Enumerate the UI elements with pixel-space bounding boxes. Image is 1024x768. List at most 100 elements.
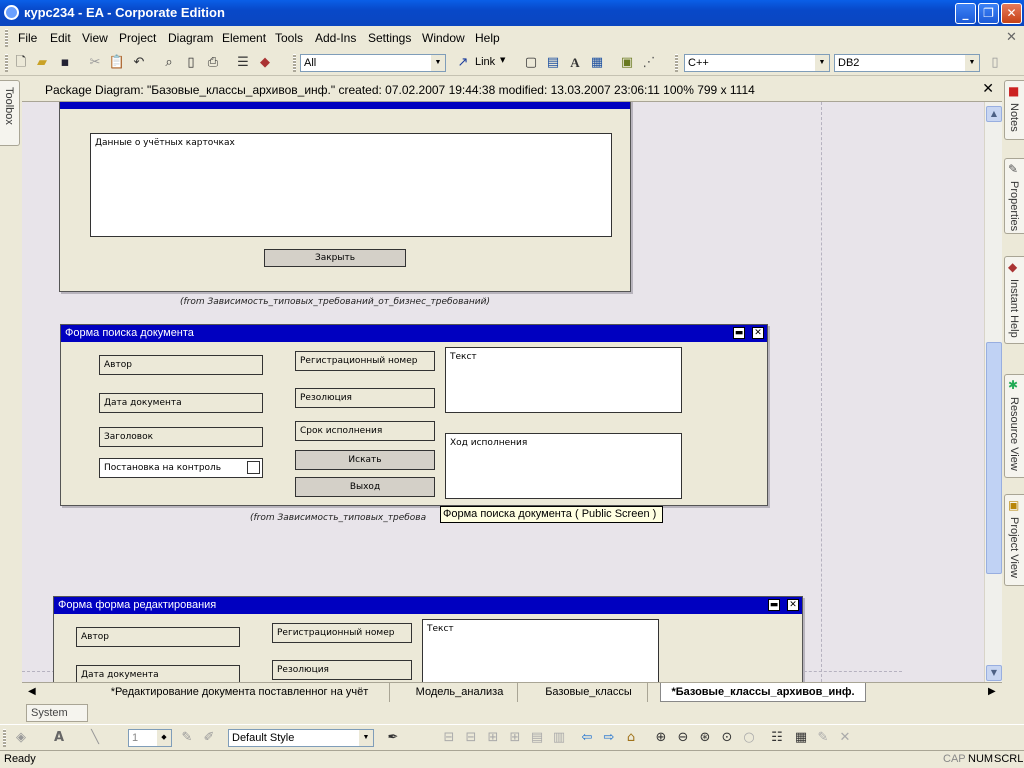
properties-tab[interactable]: ✎ Properties bbox=[1004, 158, 1024, 234]
scroll-thumb[interactable] bbox=[986, 342, 1002, 574]
chevron-down-icon[interactable]: ▼ bbox=[965, 55, 979, 71]
exit-button[interactable]: Выход bbox=[295, 477, 435, 497]
tab-base-classes[interactable]: Базовые_классы bbox=[530, 683, 648, 702]
toolbox-tab[interactable]: Toolbox bbox=[0, 80, 20, 146]
menu-addins[interactable]: Add-Ins bbox=[315, 31, 356, 45]
paste-icon[interactable]: 📋 bbox=[108, 54, 126, 72]
save-icon[interactable]: ▪ bbox=[56, 54, 74, 72]
note-icon[interactable]: ▤ bbox=[544, 54, 562, 72]
due-date-field[interactable]: Срок исполнения bbox=[295, 421, 435, 441]
grid-icon[interactable]: ▦ bbox=[792, 729, 810, 747]
menu-project[interactable]: Project bbox=[119, 31, 156, 45]
search-form-caption[interactable]: Форма поиска документа bbox=[61, 325, 767, 342]
diagram-canvas[interactable]: Данные о учётных карточках Закрыть (from… bbox=[22, 102, 984, 682]
instant-help-tab[interactable]: ◆ Instant Help bbox=[1004, 256, 1024, 344]
control-checkbox-field[interactable]: Постановка на контроль bbox=[99, 458, 263, 478]
tab-scroll-right-icon[interactable]: ▶ bbox=[988, 686, 996, 697]
menu-view[interactable]: View bbox=[82, 31, 108, 45]
heading-field[interactable]: Заголовок bbox=[99, 427, 263, 447]
connector-icon[interactable]: ⋰ bbox=[640, 54, 658, 72]
menu-edit[interactable]: Edit bbox=[50, 31, 71, 45]
delete-icon[interactable]: ✕ bbox=[836, 729, 854, 747]
author-field[interactable]: Автор bbox=[99, 355, 263, 375]
align-left-icon[interactable]: ⊟ bbox=[440, 729, 458, 747]
form-maximize-icon[interactable]: ▬ bbox=[768, 599, 780, 611]
same-size-icon[interactable]: ▤ bbox=[528, 729, 546, 747]
close-button[interactable]: ✕ bbox=[1001, 3, 1022, 24]
form-close-icon[interactable]: ✕ bbox=[787, 599, 799, 611]
spinner-icon[interactable]: ◆ bbox=[157, 730, 171, 746]
reg-number-field[interactable]: Регистрационный номер bbox=[295, 351, 435, 371]
zoom-select-icon[interactable]: ○ bbox=[740, 729, 758, 747]
card-form-window[interactable]: Данные о учётных карточках Закрыть bbox=[59, 102, 631, 292]
vertical-scrollbar[interactable]: ▲ ▼ bbox=[984, 102, 1002, 682]
toolbar-grip-3[interactable] bbox=[675, 54, 678, 72]
home-icon[interactable]: ⌂ bbox=[622, 729, 640, 747]
element-icon[interactable]: ▣ bbox=[618, 54, 636, 72]
style-combo[interactable]: Default Style ▼ bbox=[228, 729, 374, 747]
chevron-down-icon[interactable]: ▼ bbox=[431, 55, 445, 71]
menu-tools[interactable]: Tools bbox=[275, 31, 303, 45]
line-color-icon[interactable]: ╲ bbox=[86, 729, 104, 747]
search-button[interactable]: Искать bbox=[295, 450, 435, 470]
tab-edit-document[interactable]: *Редактирование документа поставленног н… bbox=[90, 683, 390, 702]
card-memo[interactable]: Данные о учётных карточках bbox=[90, 133, 612, 237]
chevron-down-icon[interactable]: ▼ bbox=[815, 55, 829, 71]
edit-reg-number-field[interactable]: Регистрационный номер bbox=[272, 623, 412, 643]
list-icon[interactable]: ☰ bbox=[234, 54, 252, 72]
new-icon[interactable]: 🗋 bbox=[12, 54, 30, 72]
menu-settings[interactable]: Settings bbox=[368, 31, 411, 45]
edit-resolution-field[interactable]: Резолюция bbox=[272, 660, 412, 680]
scroll-down-icon[interactable]: ▼ bbox=[986, 665, 1002, 681]
link-label[interactable]: Link bbox=[475, 56, 495, 68]
notes-tab[interactable]: ■ Notes bbox=[1004, 80, 1024, 140]
chevron-down-icon[interactable]: ▼ bbox=[359, 730, 373, 746]
format-painter-icon[interactable]: ✎ bbox=[178, 729, 196, 747]
tab-base-classes-archives[interactable]: *Базовые_классы_архивов_инф. bbox=[660, 683, 866, 702]
tab-scroll-left-icon[interactable]: ◀ bbox=[28, 686, 36, 697]
maximize-button[interactable]: ❐ bbox=[978, 3, 999, 24]
app-icon[interactable] bbox=[4, 5, 19, 20]
align-top-icon[interactable]: ⊞ bbox=[484, 729, 502, 747]
menu-diagram[interactable]: Diagram bbox=[168, 31, 213, 45]
generate-icon[interactable]: ▯ bbox=[986, 54, 1004, 72]
project-view-tab[interactable]: ▣ Project View bbox=[1004, 494, 1024, 586]
system-tab[interactable]: System bbox=[26, 704, 88, 722]
tool-icon[interactable]: ✎ bbox=[814, 729, 832, 747]
cut-icon[interactable]: ✂ bbox=[86, 54, 104, 72]
database-combo[interactable]: DB2 ▼ bbox=[834, 54, 980, 72]
edit-author-field[interactable]: Автор bbox=[76, 627, 240, 647]
scroll-up-icon[interactable]: ▲ bbox=[986, 106, 1002, 122]
open-icon[interactable]: ▰ bbox=[33, 54, 51, 72]
menu-window[interactable]: Window bbox=[422, 31, 465, 45]
resource-view-tab[interactable]: ✱ Resource View bbox=[1004, 374, 1024, 478]
language-combo[interactable]: C++ ▼ bbox=[684, 54, 830, 72]
close-form-button[interactable]: Закрыть bbox=[264, 249, 406, 267]
edit-form-window[interactable]: Форма форма редактирования ▬ ✕ Автор Дат… bbox=[53, 596, 803, 682]
pen-icon[interactable]: ✒ bbox=[384, 729, 402, 747]
mdi-close-icon[interactable]: ✕ bbox=[1006, 29, 1017, 45]
align-bottom-icon[interactable]: ⊞ bbox=[506, 729, 524, 747]
link-arrow-icon[interactable]: ↗ bbox=[454, 54, 472, 72]
page-icon[interactable]: ▯ bbox=[182, 54, 200, 72]
fill-color-icon[interactable]: ◈ bbox=[12, 729, 30, 747]
align-right-icon[interactable]: ⊟ bbox=[462, 729, 480, 747]
menu-element[interactable]: Element bbox=[222, 31, 266, 45]
text-icon[interactable]: A bbox=[566, 54, 584, 72]
link-dropdown-icon[interactable]: ▼ bbox=[500, 56, 505, 64]
text-memo[interactable]: Текст bbox=[445, 347, 682, 413]
document-date-field[interactable]: Дата документа bbox=[99, 393, 263, 413]
form-maximize-icon[interactable]: ▬ bbox=[733, 327, 745, 339]
zoom-in-icon[interactable]: ⊕ bbox=[652, 729, 670, 747]
print-icon[interactable]: ⎙ bbox=[204, 54, 222, 72]
card-form-caption[interactable] bbox=[60, 102, 630, 109]
format-toolbar-grip[interactable] bbox=[3, 729, 6, 747]
edit-date-field[interactable]: Дата документа bbox=[76, 665, 240, 682]
edit-text-memo[interactable]: Текст bbox=[422, 619, 659, 682]
font-color-icon[interactable]: A bbox=[50, 729, 68, 747]
zoom-out-icon[interactable]: ⊖ bbox=[674, 729, 692, 747]
resolution-field[interactable]: Резолюция bbox=[295, 388, 435, 408]
layout-icon[interactable]: ☷ bbox=[768, 729, 786, 747]
minimize-button[interactable]: _ bbox=[955, 3, 976, 24]
control-checkbox[interactable] bbox=[247, 461, 260, 474]
